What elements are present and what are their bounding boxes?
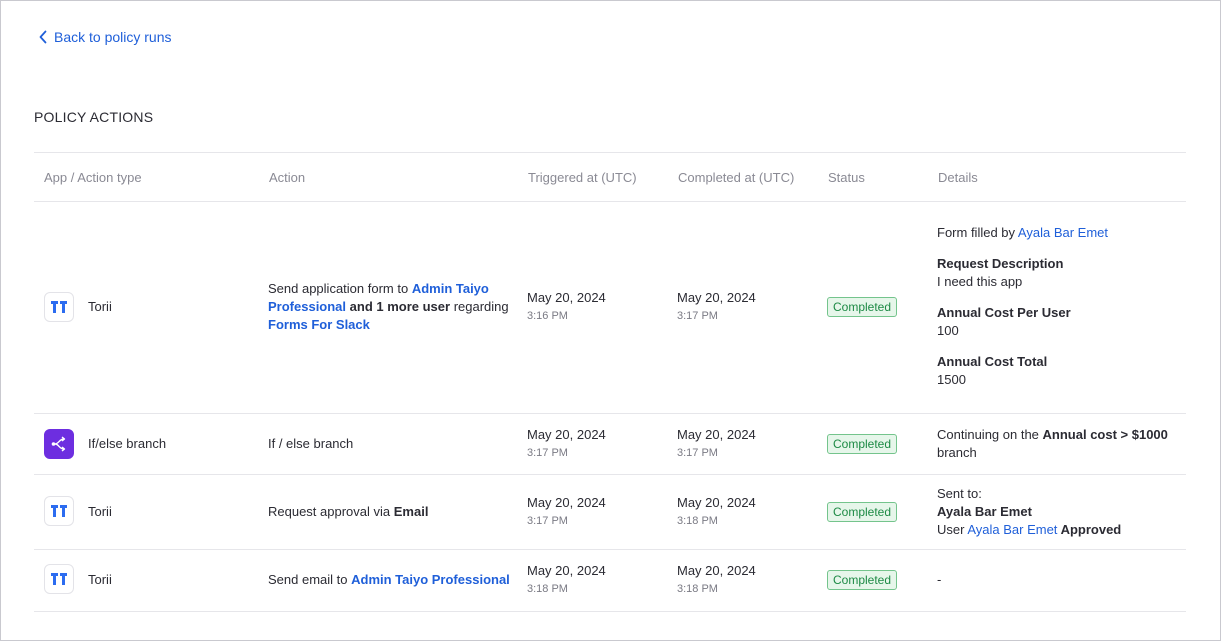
completed-time: 3:17 PM	[677, 310, 718, 322]
triggered-at: May 20, 2024 3:17 PM	[527, 494, 606, 530]
table-row: Torii Request approval via Email May 20,…	[34, 475, 1186, 550]
chevron-left-icon	[39, 30, 47, 44]
details-prefix: Continuing on the	[937, 427, 1043, 442]
field-value: 1500	[937, 372, 966, 387]
column-header-action: Action	[269, 170, 306, 185]
app-name: Torii	[88, 572, 112, 587]
triggered-at: May 20, 2024 3:18 PM	[527, 562, 606, 598]
table-row: Torii Send email to Admin Taiyo Professi…	[34, 550, 1186, 612]
torii-logo-icon	[44, 564, 74, 594]
triggered-date: May 20, 2024	[527, 290, 606, 305]
action-regarding: regarding	[450, 299, 509, 314]
field-label: Annual Cost Total	[937, 354, 1048, 369]
completed-at: May 20, 2024 3:18 PM	[677, 494, 756, 530]
field-label: Annual Cost Per User	[937, 305, 1071, 320]
branch-condition: Annual cost > $1000	[1042, 427, 1168, 442]
completed-at: May 20, 2024 3:17 PM	[677, 289, 756, 325]
table-header: App / Action type Action Triggered at (U…	[34, 153, 1186, 202]
triggered-date: May 20, 2024	[527, 427, 606, 442]
sent-to-user: Ayala Bar Emet	[937, 504, 1032, 519]
back-link-label: Back to policy runs	[54, 29, 172, 45]
details: Continuing on the Annual cost > $1000 bra…	[937, 426, 1182, 462]
triggered-date: May 20, 2024	[527, 563, 606, 578]
field-label: Request Description	[937, 256, 1064, 271]
completed-date: May 20, 2024	[677, 563, 756, 578]
additional-users: and 1 more user	[346, 299, 451, 314]
sent-to-label: Sent to:	[937, 486, 982, 501]
user-link[interactable]: Ayala Bar Emet	[967, 522, 1057, 537]
status-badge: Completed	[827, 570, 898, 590]
column-header-details: Details	[938, 170, 978, 185]
branch-icon	[44, 429, 74, 459]
app-name: Torii	[88, 504, 112, 519]
approval-channel: Email	[393, 504, 429, 519]
action-prefix: Send email to	[268, 572, 352, 587]
completed-at: May 20, 2024 3:17 PM	[677, 426, 756, 462]
approval-result: Approved	[1057, 522, 1122, 537]
column-header-status: Status	[828, 170, 865, 185]
recipient-link[interactable]: Admin Taiyo Professional	[351, 572, 510, 587]
column-header-triggered: Triggered at (UTC)	[528, 170, 637, 185]
app-name: Torii	[88, 299, 112, 314]
triggered-time: 3:18 PM	[527, 583, 568, 595]
app-link[interactable]: Forms For Slack	[268, 317, 370, 332]
status-badge: Completed	[827, 434, 898, 454]
completed-time: 3:18 PM	[677, 583, 718, 595]
back-to-policy-runs-link[interactable]: Back to policy runs	[38, 29, 172, 45]
field-value: 100	[937, 323, 959, 338]
user-prefix: User	[937, 522, 968, 537]
completed-date: May 20, 2024	[677, 290, 756, 305]
action-text: Request approval via Email	[268, 503, 518, 521]
table-row: If/else branch If / else branch May 20, …	[34, 414, 1186, 475]
details: -	[937, 572, 942, 587]
triggered-time: 3:17 PM	[527, 447, 568, 459]
action-text: Send email to Admin Taiyo Professional	[268, 571, 518, 589]
torii-logo-icon	[44, 496, 74, 526]
completed-time: 3:17 PM	[677, 447, 718, 459]
triggered-time: 3:17 PM	[527, 515, 568, 527]
details-suffix: branch	[937, 445, 977, 460]
column-header-app: App / Action type	[44, 170, 142, 185]
status-badge: Completed	[827, 502, 898, 522]
policy-actions-table: App / Action type Action Triggered at (U…	[34, 152, 1186, 612]
page-frame: Back to policy runs POLICY ACTIONS App /…	[0, 0, 1221, 641]
triggered-at: May 20, 2024 3:16 PM	[527, 289, 606, 325]
user-link[interactable]: Ayala Bar Emet	[1018, 225, 1108, 240]
app-name: If/else branch	[88, 436, 167, 451]
completed-at: May 20, 2024 3:18 PM	[677, 562, 756, 598]
triggered-at: May 20, 2024 3:17 PM	[527, 426, 606, 462]
action-prefix: Request approval via	[268, 504, 394, 519]
triggered-date: May 20, 2024	[527, 495, 606, 510]
column-header-completed: Completed at (UTC)	[678, 170, 795, 185]
table-row: Torii Send application form to Admin Tai…	[34, 202, 1186, 414]
action-text: If / else branch	[268, 436, 354, 451]
section-title: POLICY ACTIONS	[34, 109, 154, 125]
action-prefix: Send application form to	[268, 281, 412, 296]
details: Sent to: Ayala Bar Emet User Ayala Bar E…	[937, 485, 1182, 539]
action-text: Send application form to Admin Taiyo Pro…	[268, 280, 518, 334]
details: Form filled by Ayala Bar Emet Request De…	[937, 224, 1182, 389]
completed-date: May 20, 2024	[677, 495, 756, 510]
filled-by-label: Form filled by	[937, 225, 1018, 240]
field-value: I need this app	[937, 274, 1023, 289]
completed-time: 3:18 PM	[677, 515, 718, 527]
status-badge: Completed	[827, 297, 898, 317]
completed-date: May 20, 2024	[677, 427, 756, 442]
torii-logo-icon	[44, 292, 74, 322]
triggered-time: 3:16 PM	[527, 310, 568, 322]
